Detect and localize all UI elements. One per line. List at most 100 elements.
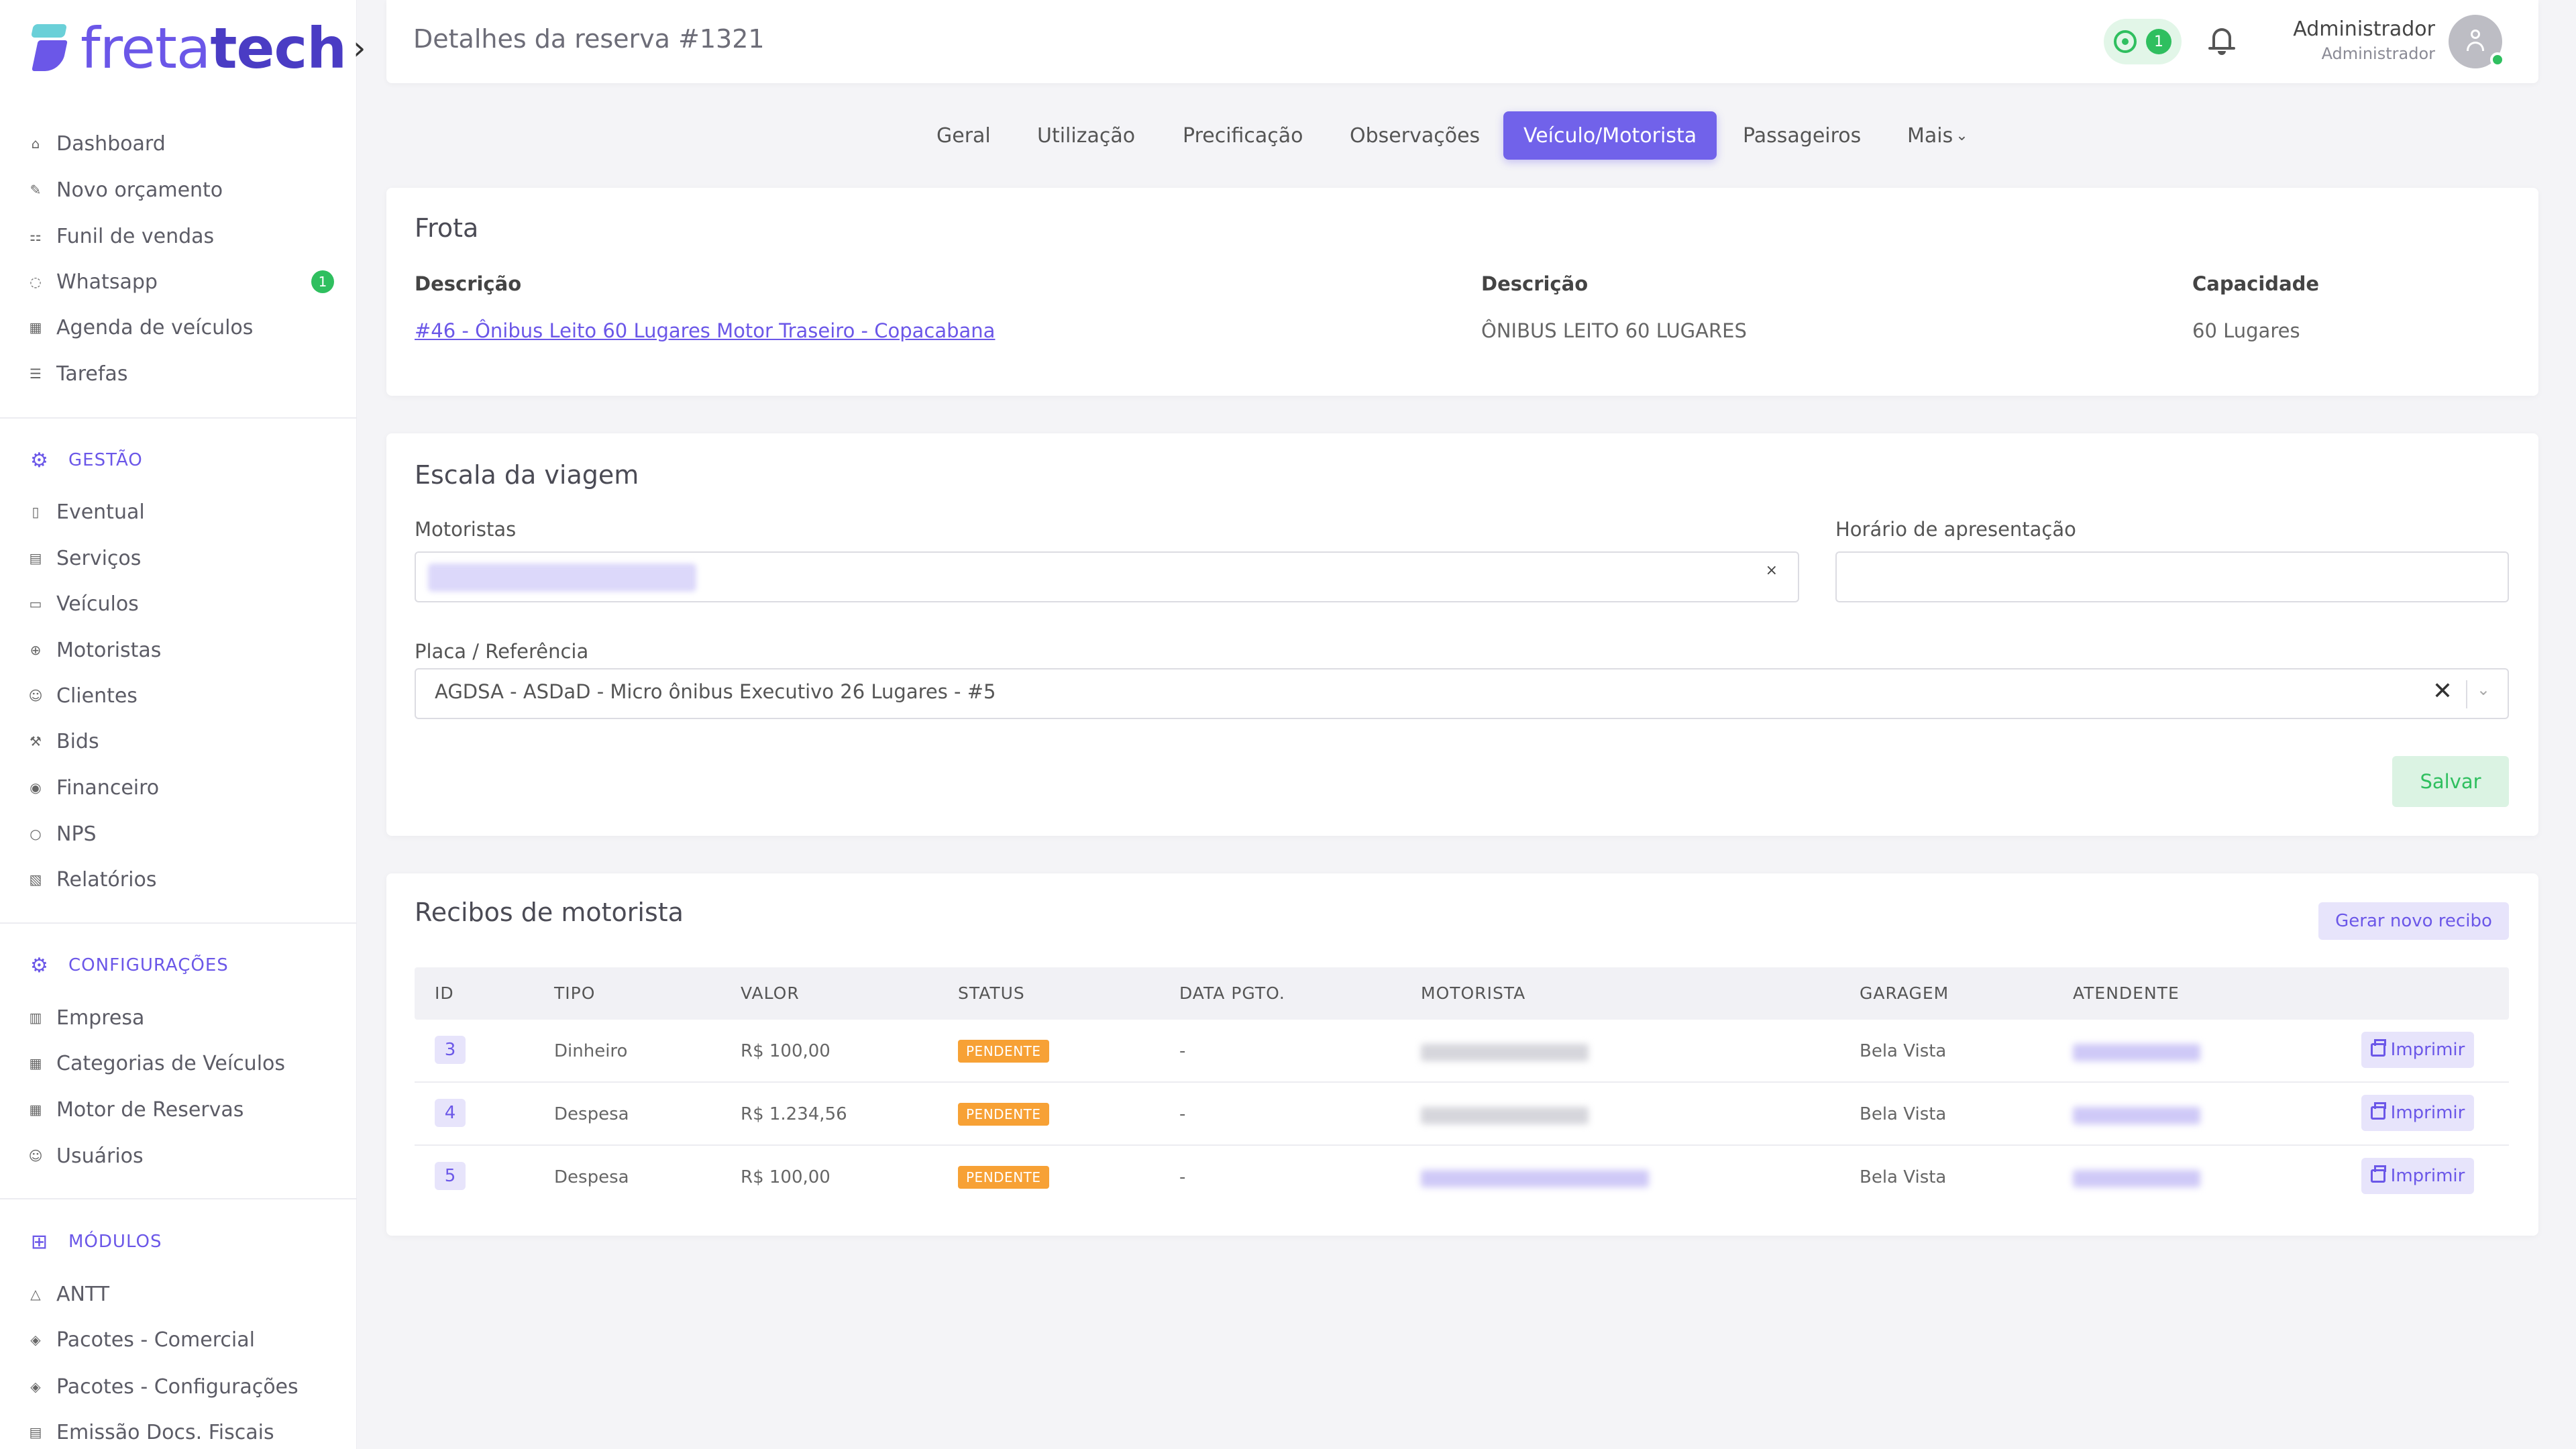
status-badge: PENDENTE	[958, 1103, 1049, 1126]
sidebar-item-tarefas[interactable]: ☰ Tarefas	[27, 354, 342, 394]
selected-driver-chip	[428, 564, 696, 592]
attendant-name-redacted[interactable]	[2073, 1044, 2200, 1061]
tab-observacoes[interactable]: Observações	[1330, 111, 1500, 160]
tab-geral[interactable]: Geral	[916, 111, 1011, 160]
sidebar-item-pacotes-comercial[interactable]: ◈ Pacotes - Comercial	[27, 1320, 342, 1360]
tab-utilizacao[interactable]: Utilização	[1017, 111, 1155, 160]
users-icon: ☺	[28, 688, 43, 704]
sidebar-item-label: Clientes	[56, 684, 138, 708]
horario-input[interactable]	[1835, 551, 2509, 602]
chevron-right-icon[interactable]: ›	[353, 30, 366, 67]
generate-receipt-button[interactable]: Gerar novo recibo	[2318, 902, 2509, 940]
calendar-icon: ▦	[29, 319, 42, 335]
save-button[interactable]: Salvar	[2392, 756, 2509, 807]
garage: Bela Vista	[1860, 1104, 1947, 1124]
column-header: MOTORISTA	[1421, 983, 1526, 1003]
sidebar-item-label: Empresa	[56, 1006, 145, 1030]
sidebar-item-dashboard[interactable]: ⌂ Dashboard	[27, 123, 342, 164]
sidebar-item-funil-de-vendas[interactable]: ⚏ Funil de vendas	[27, 216, 342, 256]
brand-logo[interactable]: fretatech ›	[28, 19, 366, 78]
sidebar-item-antt[interactable]: △ ANTT	[27, 1274, 342, 1314]
print-button[interactable]: Imprimir	[2361, 1158, 2474, 1194]
sidebar-item-clientes[interactable]: ☺ Clientes	[27, 676, 342, 716]
placa-select[interactable]: AGDSA - ASDaD - Micro ônibus Executivo 2…	[415, 668, 2509, 719]
grid-icon: ▦	[29, 1055, 42, 1071]
print-button[interactable]: Imprimir	[2361, 1095, 2474, 1131]
bell-icon[interactable]	[2208, 27, 2235, 56]
whatsapp-button[interactable]: 1	[2104, 19, 2182, 64]
sidebar-item-label: Categorias de Veículos	[56, 1051, 286, 1075]
tab-precificacao[interactable]: Precificação	[1163, 111, 1324, 160]
column-header: ATENDENTE	[2073, 983, 2180, 1003]
tab-passageiros[interactable]: Passageiros	[1723, 111, 1881, 160]
user-icon	[2471, 30, 2480, 39]
receipt-id-badge[interactable]: 3	[435, 1036, 466, 1064]
column-header: ID	[435, 983, 454, 1003]
user-name[interactable]: Administrador	[2293, 17, 2435, 41]
payment-date: -	[1179, 1104, 1186, 1124]
attendant-name-redacted[interactable]	[2073, 1107, 2200, 1124]
package-settings-icon: ◈	[30, 1379, 41, 1395]
sidebar-item-emissao-docs-fiscais[interactable]: ▤ Emissão Docs. Fiscais	[27, 1412, 342, 1449]
sidebar-item-servicos[interactable]: ▤ Serviços	[27, 538, 342, 578]
sidebar-item-motoristas[interactable]: ⊕ Motoristas	[27, 630, 342, 670]
printer-icon	[2370, 1165, 2386, 1183]
receipt-id-badge[interactable]: 4	[435, 1099, 466, 1127]
sidebar-item-nps[interactable]: ○ NPS	[27, 814, 342, 854]
sidebar-item-agenda-de-veiculos[interactable]: ▦ Agenda de veículos	[27, 307, 342, 347]
sidebar-item-veiculos[interactable]: ▭ Veículos	[27, 584, 342, 624]
horario-label: Horário de apresentação	[1835, 518, 2076, 541]
sidebar-item-label: NPS	[56, 822, 97, 846]
table-row: 4 Despesa R$ 1.234,56 PENDENTE - Bela Vi…	[415, 1083, 2509, 1146]
payment-date: -	[1179, 1041, 1186, 1061]
list-icon: ☰	[30, 366, 42, 382]
sidebar-item-relatorios[interactable]: ▧ Relatórios	[27, 859, 342, 900]
chevron-down-icon[interactable]: ⌄	[2477, 680, 2490, 699]
sidebar-item-pacotes-configuracoes[interactable]: ◈ Pacotes - Configurações	[27, 1366, 342, 1407]
whatsapp-icon: ◌	[30, 274, 42, 290]
sidebar-item-label: Novo orçamento	[56, 178, 223, 202]
tab-veiculo-motorista[interactable]: Veículo/Motorista	[1503, 111, 1717, 160]
sidebar-item-motor-de-reservas[interactable]: ▦ Motor de Reservas	[27, 1089, 342, 1130]
print-button[interactable]: Imprimir	[2361, 1032, 2474, 1068]
chevron-down-icon: ⌄	[1955, 127, 1968, 144]
sidebar-item-label: Veículos	[56, 592, 139, 616]
sidebar-item-label: Motor de Reservas	[56, 1097, 244, 1122]
gear-icon: ⚙	[30, 448, 49, 472]
tab-mais[interactable]: Mais ⌄	[1887, 111, 1988, 160]
table-header: ID TIPO VALOR STATUS DATA PGTO. MOTORIST…	[415, 967, 2509, 1020]
sidebar-item-bids[interactable]: ⚒ Bids	[27, 721, 342, 761]
logo-mark-icon	[28, 21, 71, 75]
close-icon[interactable]: ×	[1766, 562, 1778, 579]
attendant-name-redacted[interactable]	[2073, 1170, 2200, 1187]
driver-name-redacted[interactable]	[1421, 1170, 1649, 1187]
card-title: Recibos de motorista	[415, 898, 684, 927]
receipt-id-badge[interactable]: 5	[435, 1162, 466, 1190]
gavel-icon: ⚒	[30, 733, 42, 749]
sidebar-item-empresa[interactable]: ▥ Empresa	[27, 998, 342, 1038]
sidebar-item-whatsapp[interactable]: ◌ Whatsapp 1	[27, 262, 342, 302]
sidebar-divider	[0, 417, 357, 419]
sidebar-item-label: Tarefas	[56, 362, 128, 386]
table-icon: ▦	[29, 1102, 42, 1118]
column-header: Capacidade	[2192, 272, 2320, 295]
clear-icon[interactable]: ✕	[2432, 678, 2453, 705]
status-badge: PENDENTE	[958, 1040, 1049, 1063]
sidebar-item-label: Bids	[56, 729, 99, 753]
sidebar-item-eventual[interactable]: ▯ Eventual	[27, 492, 342, 532]
receipt-type: Despesa	[554, 1167, 629, 1187]
vehicle-link[interactable]: #46 - Ônibus Leito 60 Lugares Motor Tras…	[415, 319, 995, 342]
sidebar-item-label: Pacotes - Configurações	[56, 1375, 299, 1399]
section-header-gestao: ⚙ GESTÃO	[28, 443, 143, 477]
sidebar-item-usuarios[interactable]: ☺ Usuários	[27, 1136, 342, 1176]
sidebar-item-categorias-de-veiculos[interactable]: ▦ Categorias de Veículos	[27, 1043, 342, 1083]
page-title: Detalhes da reserva #1321	[413, 24, 765, 54]
motoristas-select[interactable]: ×	[415, 551, 1799, 602]
sidebar-item-label: Eventual	[56, 500, 145, 524]
sidebar-item-novo-orcamento[interactable]: ✎ Novo orçamento	[27, 170, 342, 210]
placa-label: Placa / Referência	[415, 640, 589, 663]
triangle-icon: △	[30, 1286, 41, 1302]
receipt-value: R$ 100,00	[741, 1041, 830, 1061]
sidebar-item-financeiro[interactable]: ◉ Financeiro	[27, 767, 342, 808]
whatsapp-count-badge: 1	[2146, 29, 2171, 54]
